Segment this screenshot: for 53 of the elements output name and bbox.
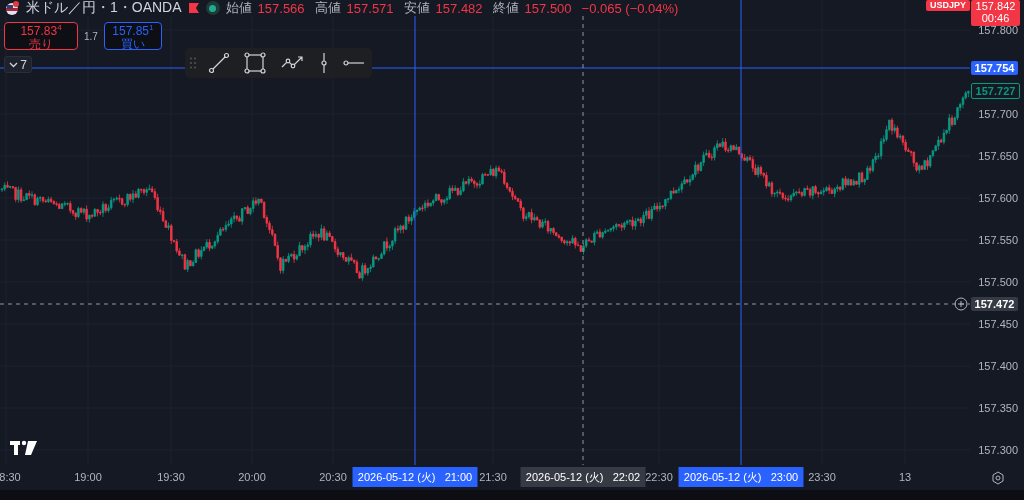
indicators-toggle[interactable]: 7 [4,56,32,73]
spread-value: 1.7 [84,30,98,42]
time-tick: 13 [898,471,912,483]
settings-icon[interactable] [991,471,1005,485]
trend-line-icon [208,52,231,74]
price-tick: 157.300 [978,444,1018,456]
tradingview-logo [10,440,37,455]
time-tick: 19:30 [157,471,185,483]
last-price-label: 157.842 00:46 [971,0,1020,26]
time-tick: 23:30 [808,471,836,483]
price-marker: 157.472 [971,297,1018,311]
ohlc-label: 始値 [225,0,252,17]
ohlc-value: 157.566 [257,0,305,16]
ohlc-label: 終値 [492,0,519,17]
price-tick: 157.800 [978,24,1018,36]
price-tick: 157.600 [978,192,1018,204]
time-marker: 2026-05-12 (火) 22:02 [520,467,646,487]
price-marker: 157.727 [971,83,1020,99]
time-tick: 22:30 [645,471,673,483]
ohlc-value: 157.482 [435,0,483,16]
price-tick: 157.400 [978,360,1018,372]
flag-icon [4,0,20,16]
symbol-label: USDJPY [926,0,970,11]
vertical-line-icon [318,52,329,74]
status-dot [205,1,220,15]
time-tick: 19:00 [74,471,102,483]
price-tick: 157.650 [978,150,1018,162]
add-icon[interactable] [954,297,968,311]
drawing-tool[interactable] [242,50,269,76]
price-marker: 157.754 [971,61,1018,75]
time-tick: 21:30 [479,471,507,483]
flag-icon [187,2,200,14]
time-marker: 2026-05-12 (火) 21:00 [352,467,478,487]
buy-button[interactable]: 157.85$^{1}$ 買い [103,22,162,50]
price-tick: 157.700 [978,108,1018,120]
ohlc-label: 安値 [403,0,430,17]
time-tick: 20:30 [319,471,347,483]
price-tick: 157.350 [978,402,1018,414]
ohlc-value: 157.500 [524,0,572,16]
ohlc-value: 157.571 [346,0,394,16]
drag-handle-icon[interactable] [190,57,197,69]
time-tick: 8:30 [0,471,21,483]
chart-title[interactable]: 米ドル／円・1・OANDA [26,0,182,17]
chevron-down-icon [9,61,19,68]
price-change: −0.065 (−0.04%) [581,0,679,16]
price-tick: 157.500 [978,276,1018,288]
price-tick: 157.450 [978,318,1018,330]
ray-icon [342,58,365,68]
price-tick: 157.550 [978,234,1018,246]
time-marker: 2026-05-12 (火) 23:00 [678,467,804,487]
ohlc-label: 高値 [314,0,341,17]
rectangle-icon [244,52,267,74]
time-tick: 20:00 [238,471,266,483]
